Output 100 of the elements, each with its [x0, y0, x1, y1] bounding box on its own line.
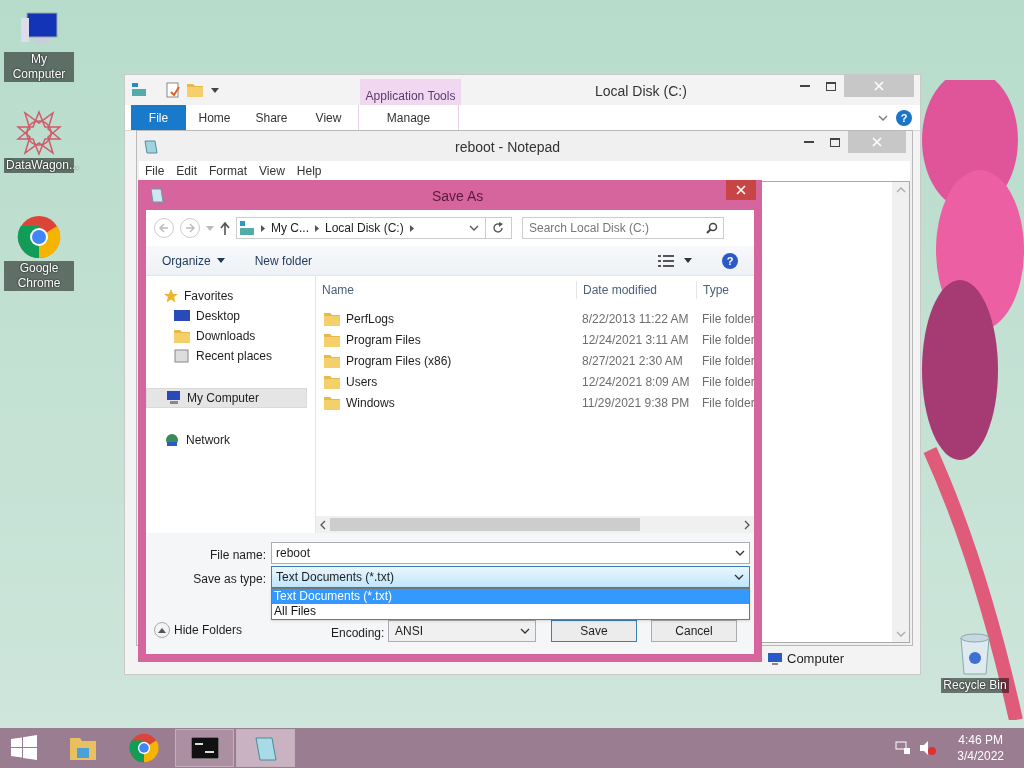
file-type: File folder [701, 394, 754, 412]
chrome-icon [128, 733, 159, 763]
cancel-button[interactable]: Cancel [651, 620, 737, 642]
clock-time[interactable]: 4:46 PM [958, 732, 1003, 748]
minimize-icon [800, 85, 810, 87]
help-icon[interactable]: ? [722, 252, 738, 269]
desktop-icon[interactable]: Google Chrome [0, 215, 78, 291]
save-button[interactable]: Save [551, 620, 637, 642]
desktop-icon[interactable]: My Computer [0, 10, 78, 82]
volume-muted-icon[interactable] [919, 740, 938, 756]
organize-menu-button[interactable]: Organize [162, 251, 225, 270]
dialog-title: Save As [432, 187, 484, 206]
refresh-icon [491, 222, 504, 234]
nav-item[interactable]: Network [146, 430, 307, 450]
ribbon-tab[interactable]: Share [243, 105, 300, 130]
help-icon[interactable]: ? [896, 109, 912, 126]
breadcrumb[interactable]: My C... [271, 219, 309, 237]
file-date: 12/24/2021 8:09 AM [581, 373, 691, 391]
close-button[interactable] [726, 180, 756, 200]
status-text: Computer [787, 650, 845, 668]
clock-date[interactable]: 3/4/2022 [957, 748, 1004, 764]
taskbar-button[interactable] [175, 729, 234, 767]
encoding-dropdown[interactable]: ANSI [388, 620, 536, 642]
ribbon-tab[interactable]: View [300, 105, 357, 130]
field-label: Save as type: [193, 571, 266, 588]
left-arrow-icon [159, 223, 169, 233]
notepad-icon [150, 187, 164, 203]
scroll-down-icon[interactable] [895, 631, 906, 637]
search-icon [706, 222, 718, 234]
column-header[interactable]: Type [696, 281, 754, 299]
file-name-field[interactable]: reboot [271, 542, 750, 564]
up-arrow-icon [220, 221, 230, 235]
ribbon-tab[interactable]: Manage [358, 105, 459, 130]
menu-item[interactable]: Help [290, 162, 328, 180]
up-button[interactable] [220, 221, 230, 235]
column-header[interactable]: Date modified [576, 281, 696, 299]
chevron-down-icon[interactable] [469, 225, 479, 231]
horizontal-scrollbar[interactable] [316, 516, 754, 533]
ribbon-tab[interactable]: File [131, 105, 186, 130]
scroll-left-icon[interactable] [320, 519, 326, 530]
recycle-bin-icon [957, 632, 993, 676]
right-arrow-icon [185, 223, 195, 233]
address-bar[interactable]: My C... Local Disk (C:) [236, 217, 512, 239]
window-title: reboot - Notepad [455, 138, 561, 157]
scrollbar[interactable] [892, 182, 909, 642]
recent-places-icon [174, 349, 190, 363]
nav-item[interactable]: Favorites [146, 286, 307, 306]
star-icon [164, 289, 178, 303]
network-icon[interactable] [895, 740, 912, 756]
file-row[interactable]: Program Files (x86) 8/27/2021 2:30 AM File folder [316, 350, 754, 371]
window-title: Local Disk (C:) [595, 82, 687, 101]
new-folder-button[interactable]: New folder [254, 251, 313, 270]
file-row[interactable]: Program Files 12/24/2021 3:11 AM File folder [316, 329, 754, 350]
chevron-down-icon[interactable] [735, 550, 745, 556]
nav-item[interactable]: Recent places [146, 346, 307, 366]
chevron-right-icon [409, 224, 414, 232]
desktop-icon [174, 309, 190, 323]
ribbon-tab[interactable]: Home [186, 105, 243, 130]
save-type-dropdown[interactable]: Text Documents (*.txt) [271, 566, 750, 588]
file-name: Program Files (x86) [346, 352, 452, 370]
dropdown-arrow-icon[interactable] [684, 258, 692, 263]
chrome-icon [17, 215, 61, 259]
file-type: File folder [701, 310, 754, 328]
column-header[interactable]: Name [316, 281, 576, 299]
star-pattern-icon [16, 110, 62, 156]
properties-icon[interactable] [165, 82, 181, 98]
file-row[interactable]: Windows 11/29/2021 9:38 PM File folder [316, 392, 754, 413]
caret-up-icon [158, 627, 166, 633]
desktop-icon[interactable]: Recycle Bin [936, 632, 1014, 693]
scroll-right-icon[interactable] [744, 519, 750, 530]
search-field[interactable]: Search Local Disk (C:) [522, 217, 724, 239]
file-name: Windows [346, 394, 395, 412]
drive-icon[interactable] [131, 82, 147, 98]
close-icon [736, 185, 746, 195]
file-row[interactable]: PerfLogs 8/22/2013 11:22 AM File folder [316, 308, 754, 329]
nav-item[interactable]: My Computer [146, 388, 307, 408]
caret-icon [216, 258, 225, 263]
menu-item[interactable]: View [253, 162, 291, 180]
chevron-right-icon [261, 224, 265, 232]
dropdown-option[interactable]: All Files [272, 604, 749, 619]
view-list-icon[interactable] [658, 254, 674, 267]
menu-item[interactable]: File [139, 162, 171, 180]
file-row[interactable]: Users 12/24/2021 8:09 AM File folder [316, 371, 754, 392]
start-icon[interactable] [11, 735, 37, 761]
minimize-icon [804, 141, 814, 143]
nav-item[interactable]: Downloads [146, 326, 307, 346]
computer-icon [165, 391, 181, 405]
nav-item[interactable]: Desktop [146, 306, 307, 326]
drive-icon [239, 220, 255, 236]
breadcrumb[interactable]: Local Disk (C:) [325, 219, 404, 237]
scroll-up-icon[interactable] [895, 187, 906, 193]
hide-folders-button[interactable]: Hide Folders [154, 621, 243, 639]
context-tab-group: Application Tools [360, 79, 461, 105]
recent-dropdown-icon[interactable] [206, 225, 214, 231]
dropdown-arrow-icon[interactable] [211, 87, 219, 93]
scrollbar-thumb[interactable] [330, 518, 640, 531]
file-date: 11/29/2021 9:38 PM [581, 394, 691, 412]
icon-label: My Computer [4, 52, 74, 82]
menu-item[interactable]: Format [203, 162, 254, 180]
menu-item[interactable]: Edit [170, 162, 204, 180]
